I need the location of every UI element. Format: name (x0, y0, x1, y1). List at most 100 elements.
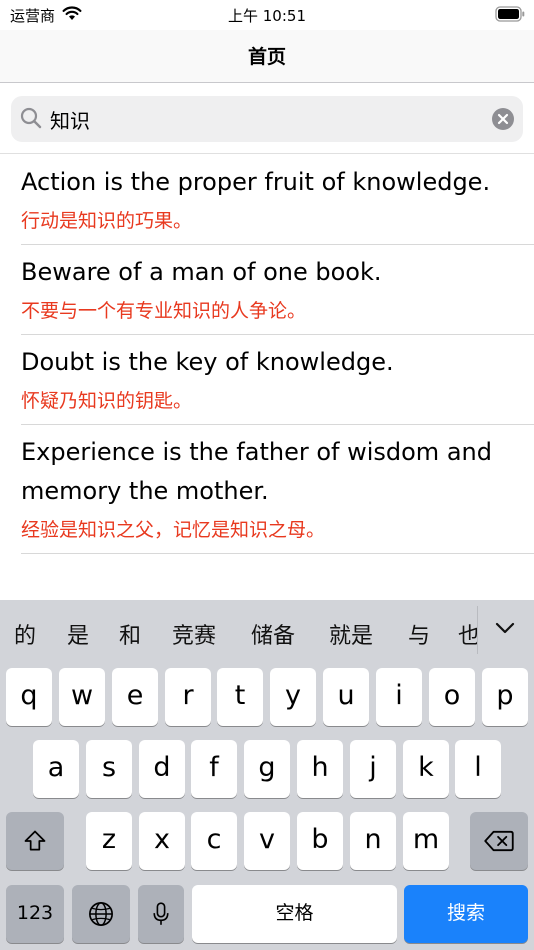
key-label: y (285, 680, 301, 711)
key-s[interactable]: s (86, 740, 132, 798)
delete-key[interactable] (470, 812, 528, 870)
key-label: e (126, 680, 144, 711)
key-w[interactable]: w (59, 668, 105, 726)
key-m[interactable]: m (403, 812, 449, 870)
key-i[interactable]: i (376, 668, 422, 726)
key-label: m (412, 824, 440, 855)
key-g[interactable]: g (244, 740, 290, 798)
search-input[interactable] (50, 96, 480, 142)
key-label: v (259, 824, 275, 855)
key-label: n (364, 824, 382, 855)
chevron-down-icon[interactable] (494, 620, 516, 636)
key-label: o (443, 680, 461, 711)
results-list: Action is the proper fruit of knowledge.… (0, 155, 534, 600)
search-bar (0, 84, 534, 154)
candidate-list: 的 是 和 竞赛 储备 就是 与 也 (0, 600, 478, 666)
key-v[interactable]: v (244, 812, 290, 870)
key-r[interactable]: r (165, 668, 211, 726)
key-l[interactable]: l (455, 740, 501, 798)
list-item[interactable]: Action is the proper fruit of knowledge.… (21, 155, 534, 245)
quote-chinese: 行动是知识的巧果。 (21, 210, 193, 232)
candidate-bar: 的 是 和 竞赛 储备 就是 与 也 (0, 600, 534, 666)
key-label: k (418, 752, 434, 783)
key-label: a (47, 752, 65, 783)
key-label: c (206, 824, 222, 855)
clock: 上午 10:51 (228, 7, 306, 25)
key-f[interactable]: f (191, 740, 237, 798)
quote-english: Experience is the father of wisdom and m… (21, 438, 492, 505)
candidate-word[interactable]: 和 (119, 618, 141, 650)
globe-key[interactable] (72, 885, 130, 943)
search-icon (20, 107, 42, 129)
key-j[interactable]: j (350, 740, 396, 798)
candidate-word[interactable]: 是 (67, 618, 89, 650)
candidate-word[interactable]: 就是 (329, 618, 373, 650)
globe-icon (89, 902, 113, 926)
key-label: r (182, 680, 194, 711)
key-label: f (209, 752, 219, 783)
key-n[interactable]: n (350, 812, 396, 870)
key-y[interactable]: y (270, 668, 316, 726)
quote-chinese: 怀疑乃知识的钥匙。 (21, 390, 193, 412)
microphone-icon (153, 902, 169, 925)
key-k[interactable]: k (403, 740, 449, 798)
key-label: d (153, 752, 171, 783)
dictation-key[interactable] (138, 885, 184, 943)
keyboard: 的 是 和 竞赛 储备 就是 与 也 q w e r t y u i o p a… (0, 600, 534, 950)
key-label: u (337, 680, 355, 711)
space-key[interactable]: 空格 (192, 885, 397, 943)
candidate-word[interactable]: 与 (408, 618, 430, 650)
status-bar: 运营商 上午 10:51 (0, 0, 534, 30)
page-title: 首页 (247, 46, 286, 68)
key-label: t (234, 680, 246, 711)
key-c[interactable]: c (191, 812, 237, 870)
key-p[interactable]: p (482, 668, 528, 726)
numbers-key[interactable]: 123 (6, 885, 64, 943)
key-label: w (70, 680, 94, 711)
key-label: x (154, 824, 170, 855)
quote-english: Doubt is the key of knowledge. (21, 348, 394, 376)
key-label: 搜索 (446, 902, 485, 924)
backspace-icon (484, 830, 514, 852)
key-label: q (20, 680, 38, 711)
key-label: s (101, 752, 117, 783)
key-u[interactable]: u (323, 668, 369, 726)
key-label: g (258, 752, 276, 783)
quote-english: Action is the proper fruit of knowledge. (21, 168, 491, 196)
candidate-divider (477, 606, 478, 654)
key-label: l (474, 752, 482, 783)
list-item[interactable]: Beware of a man of one book. 不要与一个有专业知识的… (21, 245, 534, 335)
navigation-bar: 首页 (0, 30, 534, 83)
key-t[interactable]: t (217, 668, 263, 726)
key-z[interactable]: z (86, 812, 132, 870)
quote-chinese: 不要与一个有专业知识的人争论。 (21, 300, 307, 322)
candidate-word[interactable]: 竞赛 (172, 618, 216, 650)
key-label: i (395, 680, 403, 711)
candidate-word[interactable]: 储备 (251, 618, 295, 650)
key-label: p (496, 680, 514, 711)
search-field[interactable] (11, 96, 523, 142)
key-q[interactable]: q (6, 668, 52, 726)
list-item[interactable]: Experience is the father of wisdom and m… (21, 425, 534, 554)
candidate-word[interactable]: 也 (458, 618, 478, 650)
shift-icon (24, 830, 46, 851)
battery-icon (495, 6, 525, 22)
key-label: b (311, 824, 329, 855)
key-label: j (369, 752, 377, 783)
candidate-word[interactable]: 的 (14, 618, 36, 650)
quote-chinese: 经验是知识之父，记忆是知识之母。 (21, 519, 326, 541)
key-b[interactable]: b (297, 812, 343, 870)
key-d[interactable]: d (139, 740, 185, 798)
quote-english: Beware of a man of one book. (21, 258, 382, 286)
key-o[interactable]: o (429, 668, 475, 726)
search-key[interactable]: 搜索 (404, 885, 528, 943)
key-a[interactable]: a (33, 740, 79, 798)
key-label: 空格 (275, 902, 314, 924)
key-x[interactable]: x (139, 812, 185, 870)
shift-key[interactable] (6, 812, 64, 870)
key-label: h (311, 752, 329, 783)
clear-icon[interactable] (492, 108, 514, 130)
key-e[interactable]: e (112, 668, 158, 726)
list-item[interactable]: Doubt is the key of knowledge. 怀疑乃知识的钥匙。 (21, 335, 534, 425)
key-h[interactable]: h (297, 740, 343, 798)
